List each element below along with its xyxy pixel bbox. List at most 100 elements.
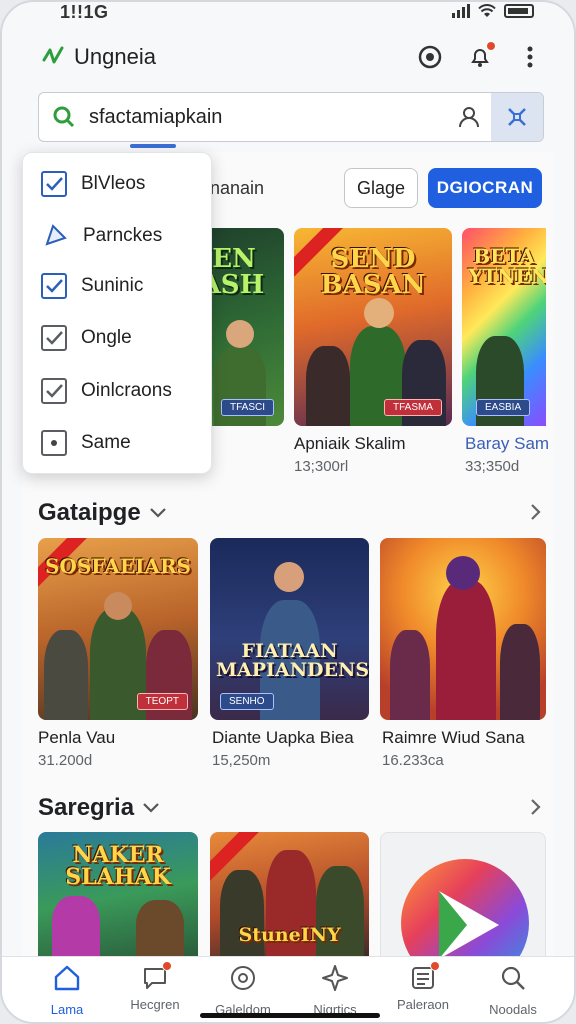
- more-options-button[interactable]: [516, 43, 544, 71]
- game-art: FIATAANMAPIANDENSM SENHO: [210, 538, 369, 720]
- search-input[interactable]: sfactamiapkain: [89, 106, 447, 129]
- nav-label: Noodals: [489, 1002, 537, 1017]
- game-title[interactable]: Raimre Wiud Sana: [382, 728, 525, 748]
- glage-button[interactable]: Glage: [344, 168, 418, 208]
- game-card[interactable]: FIATAANMAPIANDENSM SENHO: [210, 538, 369, 720]
- game-card[interactable]: SOSFAEIARS TEOPT: [38, 538, 198, 720]
- nav-item-paleraon[interactable]: Paleraon: [378, 961, 468, 1012]
- checkbox-checked-icon: [41, 273, 67, 299]
- battery-icon: [504, 4, 534, 18]
- game-subtitle: 16.233ca: [382, 752, 444, 769]
- character-figure: [44, 630, 88, 720]
- app-bar: Ungneia: [22, 32, 554, 82]
- dropdown-item-label: Same: [81, 432, 131, 453]
- character-head: [226, 320, 254, 348]
- category-dropdown-menu: BlVleos Parnckes Suninic Ongle Oinlcraon…: [22, 152, 212, 474]
- filter-button[interactable]: [491, 93, 543, 141]
- game-title[interactable]: Diante Uapka Biea: [212, 728, 354, 748]
- game-art: SOSFAEIARS TEOPT: [38, 538, 198, 720]
- dropdown-item[interactable]: BlVleos: [41, 171, 145, 197]
- game-title[interactable]: Baray Sam: [465, 434, 549, 454]
- dropdown-item-label: Ongle: [81, 327, 132, 348]
- section-title: Saregria: [38, 794, 135, 821]
- home-indicator: [200, 1013, 380, 1018]
- game-badge: TFASCI: [220, 399, 274, 416]
- search-bar[interactable]: sfactamiapkain: [38, 92, 544, 142]
- dropdown-item[interactable]: Suninic: [41, 273, 143, 299]
- dropdown-item[interactable]: Same: [41, 430, 131, 456]
- game-badge: SENHO: [220, 693, 274, 710]
- chevron-right-icon[interactable]: [526, 502, 546, 522]
- status-bar: 1!!1G: [2, 2, 574, 28]
- nav-item-chat[interactable]: Hecgren: [110, 961, 200, 1012]
- account-button[interactable]: [447, 106, 491, 128]
- home-icon: [54, 965, 80, 991]
- app-logo-icon: [42, 46, 64, 64]
- nav-item-gallery[interactable]: Galeldom: [198, 963, 288, 1017]
- filter-partial-label: nanain: [210, 178, 265, 198]
- spark-icon: [322, 965, 348, 991]
- game-card[interactable]: [380, 832, 546, 960]
- chevron-down-icon: [143, 803, 159, 813]
- record-button[interactable]: [416, 43, 444, 71]
- signal-icon: [452, 4, 470, 18]
- more-vert-icon: [527, 46, 533, 68]
- section-header[interactable]: Gataipge: [38, 499, 167, 527]
- character-head: [104, 592, 132, 620]
- section-header[interactable]: Saregria: [38, 794, 160, 822]
- character-figure: [390, 630, 430, 720]
- dropdown-item[interactable]: Parnckes: [41, 222, 162, 250]
- nav-item-noodals[interactable]: Noodals: [468, 963, 558, 1017]
- game-art: StuneINY: [210, 832, 369, 960]
- search-circle-icon: [231, 966, 255, 990]
- list-icon: [408, 961, 440, 993]
- character-figure: [220, 870, 264, 960]
- notification-dot: [486, 41, 496, 51]
- game-card-top-3[interactable]: BETA YTNEN EASBIA: [462, 228, 546, 426]
- play-logo-icon: [401, 859, 529, 959]
- checkbox-checked-icon: [41, 325, 67, 351]
- game-art: NAKER SLAHAK: [38, 832, 198, 960]
- game-subtitle: 13;300rl: [294, 458, 349, 475]
- game-card[interactable]: NAKER SLAHAK: [38, 832, 198, 960]
- dropdown-item[interactable]: Ongle: [41, 325, 132, 351]
- game-art-title: SOSFAEIARS: [44, 554, 192, 578]
- app-title: Ungneia: [74, 44, 156, 69]
- game-card[interactable]: StuneINY: [210, 832, 369, 960]
- search-focus-indicator: [130, 144, 176, 148]
- person-icon: [459, 107, 479, 128]
- dropdown-item[interactable]: Oinlcraons: [41, 378, 172, 404]
- game-art: [380, 538, 546, 720]
- notifications-button[interactable]: [466, 41, 496, 71]
- character-figure: [436, 580, 496, 720]
- dropdown-item-label: BlVleos: [81, 173, 146, 194]
- game-title[interactable]: Penla Vau: [38, 728, 115, 748]
- radio-dot-icon: [41, 430, 67, 456]
- search-icon: [501, 966, 525, 990]
- character-hair: [446, 556, 480, 590]
- character-figure: [136, 900, 184, 960]
- nav-item-nigrtics[interactable]: Nigrtics: [290, 963, 380, 1017]
- nav-label: Lama: [50, 1002, 84, 1017]
- game-subtitle: 31.200d: [38, 752, 93, 769]
- bottom-navigation: Lama Hecgren Galeldom Nigrtics Paleraon: [2, 956, 574, 1022]
- game-card[interactable]: [380, 538, 546, 720]
- nav-item-home[interactable]: Lama: [22, 963, 112, 1017]
- phone-screen: 1!!1G Ungneia sfactamiapkain nanain Glag…: [0, 0, 576, 1024]
- dropdown-item-label: Oinlcraons: [81, 380, 172, 401]
- nav-label: Paleraon: [396, 997, 450, 1012]
- chevron-right-icon[interactable]: [526, 797, 546, 817]
- checkbox-checked-icon: [41, 171, 67, 197]
- character-head: [364, 298, 394, 328]
- chat-icon: [140, 961, 172, 993]
- primary-action-button[interactable]: DGIOCRAN: [428, 168, 542, 208]
- status-time: 1!!1G: [60, 2, 109, 22]
- game-art: SEND BASAN TFASMA: [294, 228, 452, 426]
- game-title[interactable]: Apniaik Skalim: [294, 434, 406, 454]
- game-badge: TEOPT: [136, 693, 188, 710]
- game-card-top-2[interactable]: SEND BASAN TFASMA: [294, 228, 452, 426]
- status-icons: [452, 4, 534, 18]
- game-art-title: FIATAANMAPIANDENSM: [216, 640, 369, 681]
- game-subtitle: 15,250m: [212, 752, 271, 769]
- filter-icon: [508, 108, 526, 126]
